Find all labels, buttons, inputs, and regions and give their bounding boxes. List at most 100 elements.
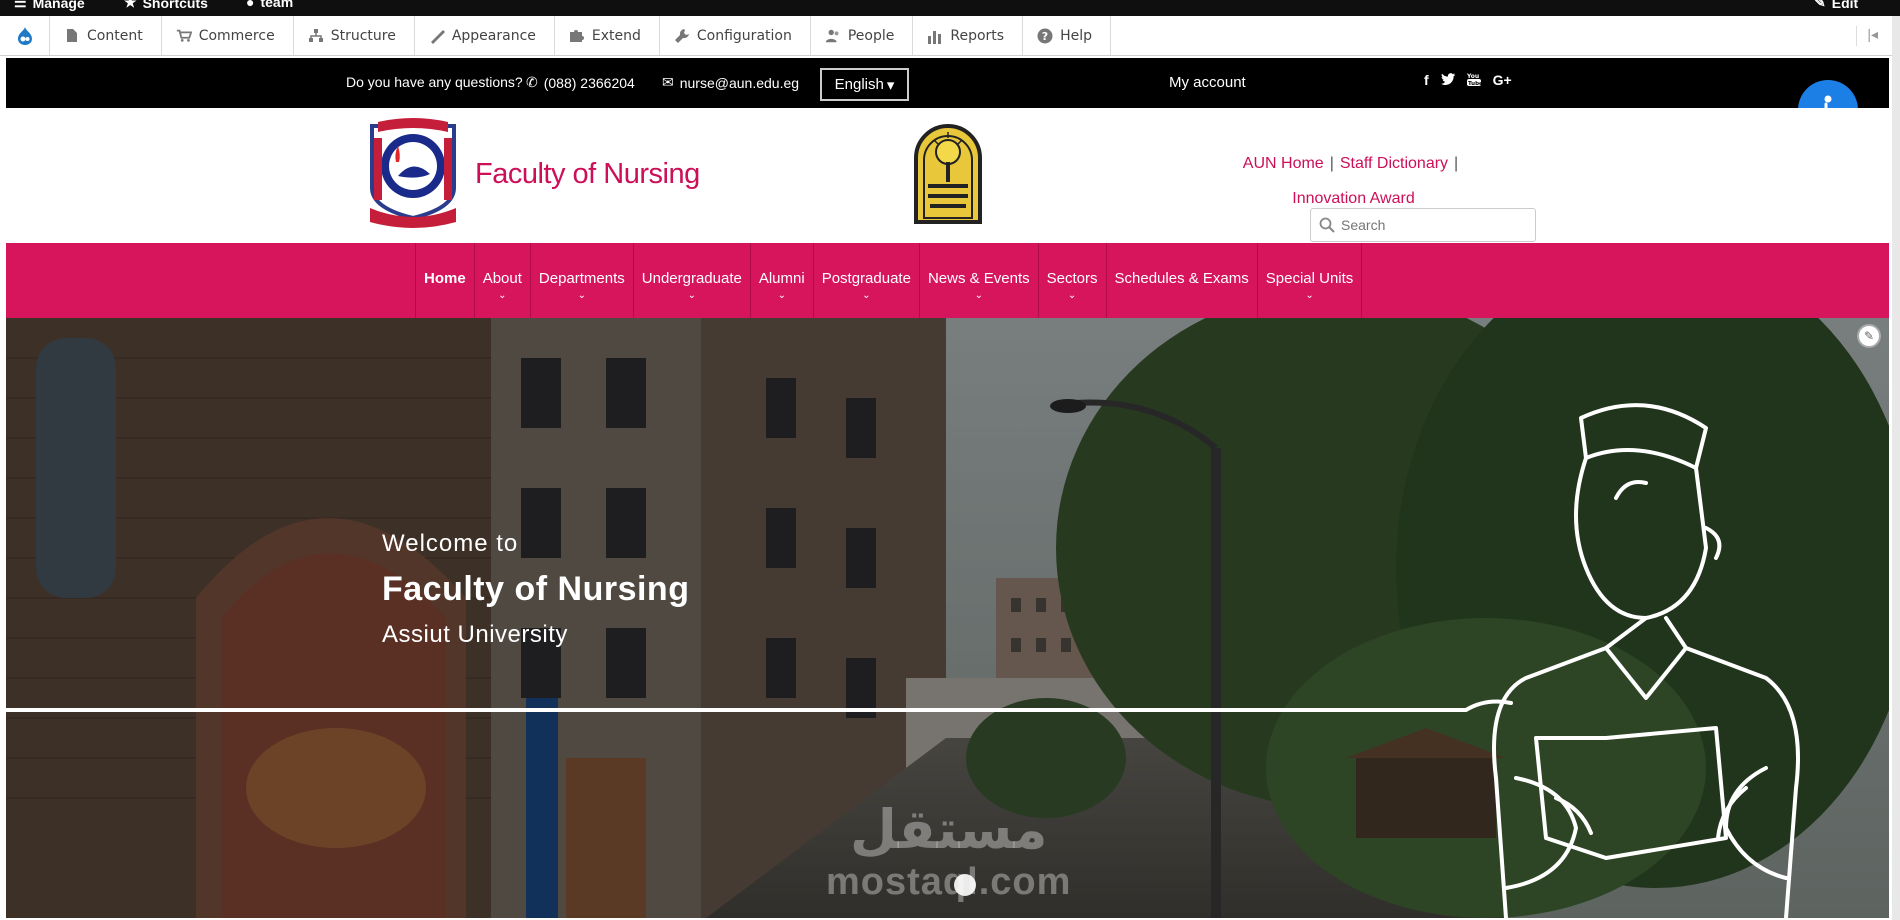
facebook-icon[interactable]: f bbox=[1424, 72, 1429, 89]
nav-undergraduate-label: Undergraduate bbox=[641, 270, 742, 287]
phone-number: (088) 2366204 bbox=[543, 74, 635, 91]
my-account-label: My account bbox=[1169, 74, 1246, 91]
email-address: nurse@aun.edu.eg bbox=[679, 74, 800, 91]
chevron-down-icon: ⌄ bbox=[974, 290, 983, 301]
youtube-icon[interactable]: You Tube bbox=[1466, 72, 1483, 89]
tray-commerce[interactable]: Commerce bbox=[162, 16, 294, 55]
svg-text:Tube: Tube bbox=[1468, 81, 1481, 86]
manage-menu[interactable]: ☰ Manage bbox=[14, 0, 85, 11]
user-label: team bbox=[260, 0, 294, 10]
nav-postgraduate[interactable]: Postgraduate ⌄ bbox=[814, 243, 920, 318]
search-input[interactable] bbox=[1341, 217, 1521, 233]
tray-appearance-label: Appearance bbox=[451, 27, 536, 44]
my-account-link[interactable]: My account bbox=[1169, 74, 1246, 91]
tray-configuration[interactable]: Configuration bbox=[660, 16, 811, 55]
user-icon: ● bbox=[246, 0, 255, 10]
nav-home[interactable]: Home bbox=[416, 243, 475, 318]
chevron-down-icon: ⌄ bbox=[862, 290, 871, 301]
slide-dot[interactable] bbox=[954, 874, 976, 896]
nav-about[interactable]: About ⌄ bbox=[475, 243, 531, 318]
questions-text: Do you have any questions? bbox=[346, 74, 523, 90]
nav-news-events-label: News & Events bbox=[927, 270, 1030, 287]
link-separator: | bbox=[1454, 155, 1459, 172]
chevron-down-icon: ⌄ bbox=[577, 290, 587, 301]
caret-down-icon: ▾ bbox=[886, 76, 895, 94]
brush-icon bbox=[429, 28, 445, 44]
cart-icon bbox=[176, 28, 192, 44]
search-icon bbox=[1319, 217, 1335, 233]
tray-configuration-label: Configuration bbox=[696, 27, 792, 44]
nav-sectors[interactable]: Sectors ⌄ bbox=[1039, 243, 1107, 318]
tray-appearance[interactable]: Appearance bbox=[415, 16, 555, 55]
tray-reports-label: Reports bbox=[950, 27, 1005, 44]
tray-structure[interactable]: Structure bbox=[294, 16, 415, 55]
pencil-icon: ✎ bbox=[1863, 329, 1875, 343]
tray-orientation-toggle[interactable]: |◂ bbox=[1856, 26, 1878, 46]
admin-tray: Content Commerce Structure Appearance Ex… bbox=[0, 16, 1900, 56]
drupal-logo-button[interactable] bbox=[0, 16, 50, 55]
tray-content-label: Content bbox=[87, 27, 143, 44]
nav-special-units-label: Special Units bbox=[1265, 270, 1354, 287]
tray-help-label: Help bbox=[1060, 27, 1092, 44]
tray-extend[interactable]: Extend bbox=[555, 16, 660, 55]
tray-content[interactable]: Content bbox=[50, 16, 162, 55]
nav-departments[interactable]: Departments ⌄ bbox=[531, 243, 634, 318]
staff-dictionary-link[interactable]: Staff Dictionary bbox=[1340, 155, 1448, 172]
nav-undergraduate[interactable]: Undergraduate ⌄ bbox=[634, 243, 751, 318]
drupal-icon bbox=[17, 26, 32, 45]
chevron-down-icon: ⌄ bbox=[777, 290, 786, 301]
link-separator: | bbox=[1329, 155, 1334, 172]
nav-home-label: Home bbox=[424, 270, 466, 287]
pencil-icon: ✎ bbox=[1814, 0, 1826, 10]
hero-slider: Welcome to Faculty of Nursing Assiut Uni… bbox=[6, 318, 1889, 918]
nav-schedules-exams-label: Schedules & Exams bbox=[1114, 270, 1249, 287]
hero-welcome: Welcome to bbox=[382, 530, 519, 557]
main-navigation: Home About ⌄ Departments ⌄ Undergraduate ⌄ … bbox=[6, 243, 1889, 318]
site-header: Faculty of Nursing AUN Home | Staff Dictio… bbox=[6, 108, 1889, 243]
collapse-icon: |◂ bbox=[1867, 26, 1878, 42]
watermark: مستقل mostaql.com bbox=[826, 798, 1071, 904]
chevron-down-icon: ⌄ bbox=[1067, 290, 1077, 301]
watermark-arabic: مستقل bbox=[849, 798, 1048, 861]
tray-structure-label: Structure bbox=[330, 27, 396, 44]
edit-label: Edit bbox=[1831, 0, 1859, 11]
language-select[interactable]: English ▾ bbox=[820, 68, 909, 101]
nav-schedules-exams[interactable]: Schedules & Exams bbox=[1107, 243, 1258, 318]
language-label: English bbox=[834, 76, 884, 93]
user-menu[interactable]: ● team bbox=[246, 0, 293, 10]
tray-help[interactable]: ? Help bbox=[1023, 16, 1111, 55]
innovation-award-link[interactable]: Innovation Award bbox=[1292, 190, 1414, 207]
nav-sectors-label: Sectors bbox=[1046, 270, 1098, 287]
nav-special-units[interactable]: Special Units ⌄ bbox=[1258, 243, 1363, 318]
hamburger-icon: ☰ bbox=[14, 0, 27, 10]
twitter-icon[interactable] bbox=[1440, 72, 1455, 89]
aun-home-link[interactable]: AUN Home bbox=[1243, 155, 1324, 172]
tray-reports[interactable]: Reports bbox=[913, 16, 1024, 55]
phone-link[interactable]: ✆ (088) 2366204 bbox=[526, 74, 635, 91]
header-links: AUN Home | Staff Dictionary | Innovation Aw… bbox=[1231, 146, 1476, 216]
university-logo[interactable] bbox=[912, 122, 984, 226]
social-links: f You Tube G+ bbox=[1424, 72, 1512, 89]
star-icon: ★ bbox=[124, 0, 137, 10]
nav-alumni-label: Alumni bbox=[758, 270, 805, 287]
nav-about-label: About bbox=[482, 270, 522, 287]
nav-list: Home About ⌄ Departments ⌄ Undergraduate ⌄ … bbox=[415, 243, 1363, 318]
slider-pagination bbox=[954, 874, 976, 896]
google-plus-icon[interactable]: G+ bbox=[1493, 72, 1512, 89]
tray-commerce-label: Commerce bbox=[198, 27, 275, 44]
top-info-bar: Do you have any questions? ✆ (088) 23662… bbox=[6, 58, 1889, 108]
quick-edit-button[interactable]: ✎ bbox=[1857, 324, 1881, 348]
nav-alumni[interactable]: Alumni ⌄ bbox=[751, 243, 814, 318]
nav-news-events[interactable]: News & Events ⌄ bbox=[920, 243, 1039, 318]
page-scrollbar[interactable] bbox=[1892, 16, 1900, 920]
puzzle-icon bbox=[569, 28, 585, 44]
edit-toggle[interactable]: ✎ Edit bbox=[1814, 0, 1858, 11]
faculty-logo[interactable] bbox=[368, 118, 458, 233]
shortcuts-menu[interactable]: ★ Shortcuts bbox=[124, 0, 208, 11]
email-link[interactable]: ✉ nurse@aun.edu.eg bbox=[662, 74, 799, 91]
hero-subtitle: Assiut University bbox=[382, 621, 568, 648]
people-icon bbox=[825, 28, 841, 44]
nav-postgraduate-label: Postgraduate bbox=[821, 270, 911, 287]
site-title[interactable]: Faculty of Nursing bbox=[475, 158, 700, 191]
tray-people[interactable]: People bbox=[811, 16, 914, 55]
